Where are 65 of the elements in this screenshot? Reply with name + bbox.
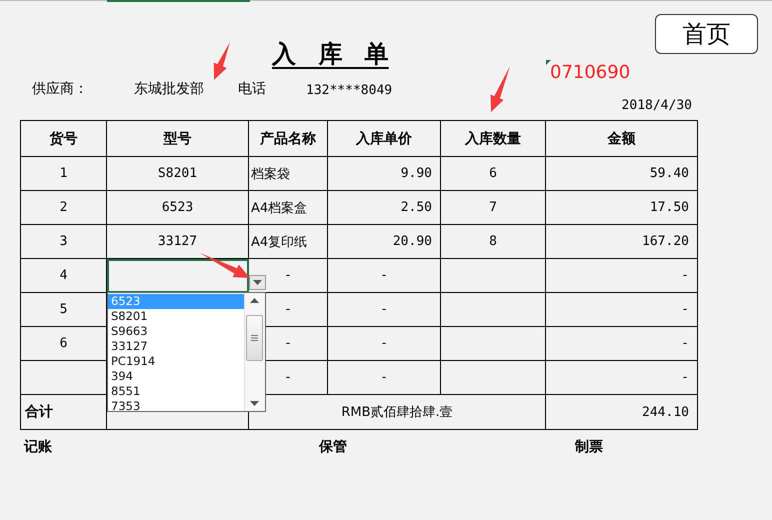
table-cell: 3 [20,224,106,258]
table-cell: - [328,360,440,394]
table-cell: - [546,326,698,360]
supplier-value: 东城批发部 [134,80,204,98]
signature-label: 保管 [319,438,348,456]
table-cell: - [328,292,440,326]
table-cell: 167.20 [546,224,698,258]
active-cell[interactable] [106,258,248,292]
table-cell: S8201 [106,156,248,190]
table-cell: 1 [20,156,106,190]
dropdown-option[interactable]: PC1914 [108,354,244,369]
column-header: 产品名称 [248,120,328,156]
table-cell: 59.40 [546,156,698,190]
dropdown-list[interactable]: 6523 S8201 S9663 33127 PC1914 394 8551 7353 [107,292,266,412]
column-header: 入库数量 [440,120,546,156]
table-cell: 7 [440,190,546,224]
dropdown-option[interactable]: 33127 [108,339,244,354]
table-cell: 档案袋 [248,156,328,190]
annotation-arrow [200,253,250,278]
table-cell: 33127 [106,224,248,258]
table-cell: 2 [20,190,106,224]
form-title: 入 库 单 [272,38,389,70]
table-cell: - [328,326,440,360]
home-button[interactable]: 首页 [655,14,758,54]
supplier-label: 供应商： [32,80,88,98]
table-cell: 8 [440,224,546,258]
scrollbar[interactable] [244,293,265,411]
total-amount: 244.10 [546,394,698,430]
order-code: 0710690 [550,62,630,83]
scroll-thumb[interactable] [246,315,263,361]
table-cell: 17.50 [546,190,698,224]
annotation-arrow [490,66,510,112]
column-header: 型号 [106,120,248,156]
table-cell: 4 [20,258,106,292]
caret-icon [253,280,262,285]
dropdown-option[interactable]: S9663 [108,324,244,339]
column-header: 入库单价 [328,120,440,156]
date-text: 2018/4/30 [622,98,692,115]
comment-marker-icon [546,60,551,65]
table-cell: 6523 [106,190,248,224]
scroll-down-icon[interactable] [250,401,259,406]
column-header: 金额 [546,120,698,156]
dropdown-option[interactable]: S8201 [108,309,244,324]
table-cell: 20.90 [328,224,440,258]
column-header: 货号 [20,120,106,156]
table-cell: - [546,292,698,326]
table-cell: 6 [440,156,546,190]
phone-value: 132****8049 [306,83,392,98]
table-cell: A4档案盒 [248,190,328,224]
signature-label: 制票 [575,438,603,456]
table-cell: 5 [20,292,106,326]
table-cell: - [328,258,440,292]
table-cell: A4复印纸 [248,224,328,258]
table-cell: 9.90 [328,156,440,190]
scroll-up-icon[interactable] [250,298,259,303]
signature-label: 记账 [24,438,53,456]
table-cell: - [546,360,698,394]
dropdown-option[interactable]: 394 [108,369,244,384]
table-cell: - [546,258,698,292]
phone-label: 电话 [238,80,266,98]
total-label: 合计 [20,394,106,430]
table-cell: 2.50 [328,190,440,224]
dropdown-option[interactable]: 8551 [108,384,244,399]
annotation-arrow [214,42,230,80]
dropdown-button[interactable] [249,275,266,290]
